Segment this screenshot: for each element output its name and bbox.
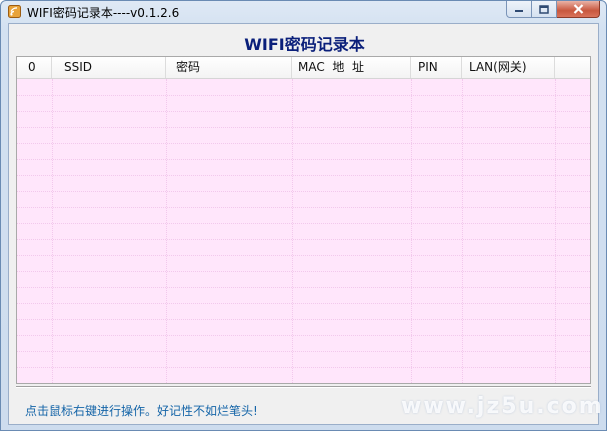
grid-row-line [17, 271, 590, 272]
grid-row-line [17, 223, 590, 224]
grid-column-line [411, 79, 412, 383]
minimize-button[interactable] [506, 1, 532, 18]
wifi-record-list[interactable]: 0 SSID 密码 MAC 地 址 PIN LAN(网关) [16, 56, 591, 384]
page-title: WIFI密码记录本 [244, 35, 365, 54]
grid-column-line [166, 79, 167, 383]
close-button[interactable] [557, 1, 600, 18]
column-header-lan-gateway[interactable]: LAN(网关) [462, 57, 555, 78]
minimize-icon [515, 10, 523, 12]
grid-row-line [17, 159, 590, 160]
window-controls [506, 1, 600, 19]
wifi-book-icon [8, 5, 21, 18]
column-header-mac-address[interactable]: MAC 地 址 [292, 57, 411, 78]
maximize-button[interactable] [532, 1, 557, 18]
list-header: 0 SSID 密码 MAC 地 址 PIN LAN(网关) [17, 57, 590, 79]
grid-row-line [17, 111, 590, 112]
grid-row-line [17, 351, 590, 352]
grid-row-line [17, 287, 590, 288]
watermark-text: www.jz5u.com [401, 394, 604, 419]
grid-row-line [17, 367, 590, 368]
maximize-icon [539, 4, 549, 14]
title-bar[interactable]: WIFI密码记录本----v0.1.2.6 [1, 1, 606, 22]
grid-row-line [17, 143, 590, 144]
grid-row-line [17, 191, 590, 192]
grid-row-line [17, 95, 590, 96]
grid-row-line [17, 175, 590, 176]
grid-row-line [17, 335, 590, 336]
divider [16, 386, 591, 388]
window-title: WIFI密码记录本----v0.1.2.6 [27, 6, 180, 20]
close-icon [573, 4, 583, 14]
grid-row-line [17, 207, 590, 208]
status-hint: 点击鼠标右键进行操作。好记性不如烂笔头! [25, 404, 258, 418]
column-header-filler [555, 57, 590, 78]
client-area: WIFI密码记录本 0 SSID 密码 MAC 地 址 PIN LAN(网关) … [8, 23, 599, 425]
column-header-pin[interactable]: PIN [411, 57, 462, 78]
column-header-index[interactable]: 0 [17, 57, 52, 78]
grid-row-line [17, 303, 590, 304]
grid-column-line [555, 79, 556, 383]
grid-row-line [17, 255, 590, 256]
grid-column-line [52, 79, 53, 383]
column-header-ssid[interactable]: SSID [52, 57, 166, 78]
grid-row-line [17, 239, 590, 240]
grid-column-line [462, 79, 463, 383]
grid-row-line [17, 319, 590, 320]
grid-row-line [17, 127, 590, 128]
app-window: WIFI密码记录本----v0.1.2.6 WIFI密码记录本 0 SSID 密… [0, 0, 607, 431]
grid-column-line [292, 79, 293, 383]
column-header-password[interactable]: 密码 [166, 57, 292, 78]
